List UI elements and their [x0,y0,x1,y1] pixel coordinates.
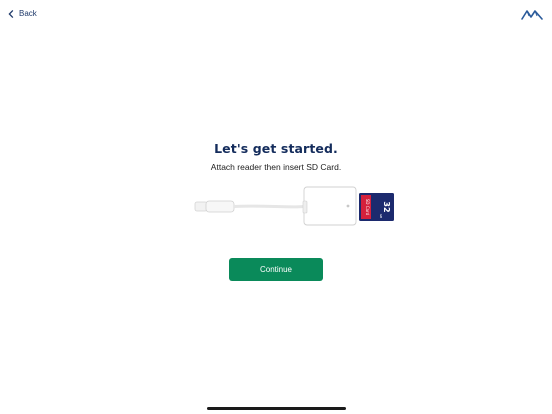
sd-card-capacity-unit: GB [379,214,383,218]
sd-card-capacity: 32 [382,201,391,212]
sd-card-label: SD Card [365,199,370,216]
back-button[interactable]: Back [8,9,37,18]
mountain-logo-icon [521,8,543,20]
sd-card-reader-illustration: SD Card 32 GB [190,185,400,231]
main-content: Let's get started. Attach reader then in… [0,141,552,172]
page-subtitle: Attach reader then insert SD Card. [210,162,342,172]
chevron-left-icon [8,9,14,18]
continue-button[interactable]: Continue [229,258,323,281]
home-indicator[interactable] [207,407,346,410]
page-title: Let's get started. [214,141,338,156]
back-label: Back [19,9,37,18]
